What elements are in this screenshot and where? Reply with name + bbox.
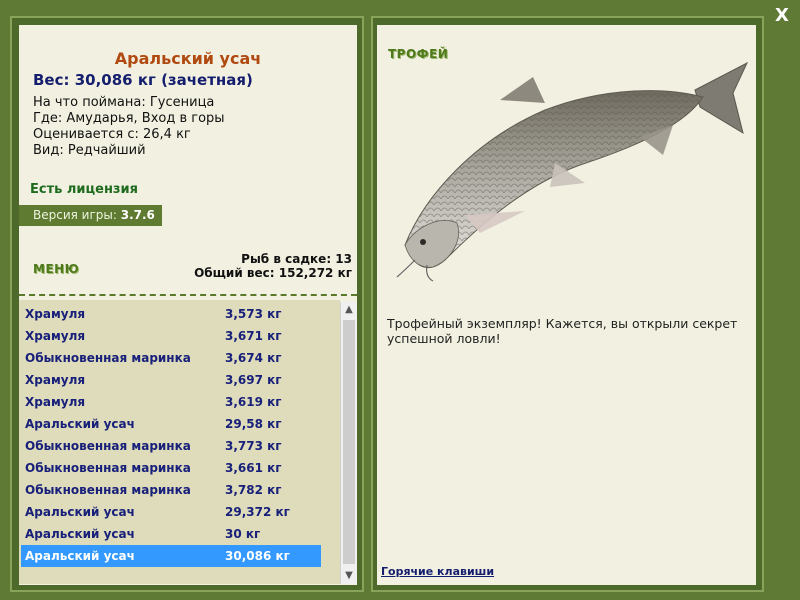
hotkeys-link[interactable]: Горячие клавиши: [381, 565, 494, 578]
fish-weight-cell: 3,782 кг: [225, 483, 282, 497]
list-item[interactable]: Храмуля 3,671 кг: [21, 325, 321, 347]
version-badge: Версия игры: 3.7.6: [19, 205, 162, 226]
list-item[interactable]: Аральский усач 30 кг: [21, 523, 321, 545]
fish-weight-cell: 3,773 кг: [225, 439, 282, 453]
list-item[interactable]: Храмуля 3,619 кг: [21, 391, 321, 413]
scroll-up-icon[interactable]: ▲: [341, 302, 357, 318]
list-item[interactable]: Обыкновенная маринка 3,773 кг: [21, 435, 321, 457]
fish-name: Обыкновенная маринка: [25, 351, 191, 365]
fish-weight-cell: 3,619 кг: [225, 395, 282, 409]
fish-name: Храмуля: [25, 307, 86, 321]
rarity-info: Вид: Редчайший: [33, 143, 146, 158]
scroll-down-icon[interactable]: ▼: [341, 568, 357, 584]
fish-image: [396, 61, 749, 282]
list-item[interactable]: Аральский усач 29,372 кг: [21, 501, 321, 523]
list-item[interactable]: Храмуля 3,697 кг: [21, 369, 321, 391]
scroll-thumb[interactable]: [343, 320, 355, 564]
menu-button[interactable]: МЕНЮ: [33, 262, 79, 276]
fish-name: Обыкновенная маринка: [25, 439, 191, 453]
total-weight: Общий вес: 152,272 кг: [194, 266, 352, 280]
list-item[interactable]: Аральский усач 29,58 кг: [21, 413, 321, 435]
fish-weight-cell: 29,372 кг: [225, 505, 290, 519]
fish-list[interactable]: Храмуля 3,573 кг Храмуля 3,671 кг Обыкновенн…: [19, 300, 340, 584]
version-value: 3.7.6: [120, 208, 155, 222]
list-scrollbar[interactable]: ▲ ▼: [340, 302, 357, 584]
fish-weight-cell: 30 кг: [225, 527, 261, 541]
list-item[interactable]: Обыкновенная маринка 3,782 кг: [21, 479, 321, 501]
fish-count: Рыб в садке: 13: [241, 252, 352, 266]
license-status: Есть лицензия: [30, 182, 138, 197]
trophy-message: Трофейный экземпляр! Кажется, вы открыли…: [387, 316, 738, 346]
fish-weight-cell: 29,58 кг: [225, 417, 282, 431]
fish-weight-cell: 3,697 кг: [225, 373, 282, 387]
close-button[interactable]: X: [772, 6, 792, 26]
fish-weight-cell: 3,674 кг: [225, 351, 282, 365]
list-item[interactable]: Храмуля 3,573 кг: [21, 303, 321, 325]
list-item[interactable]: Аральский усач 30,086 кг: [21, 545, 321, 567]
fish-name: Аральский усач: [25, 417, 135, 431]
list-item[interactable]: Обыкновенная маринка 3,674 кг: [21, 347, 321, 369]
bait-info: На что поймана: Гусеница: [33, 95, 215, 110]
fish-weight-cell: 3,661 кг: [225, 461, 282, 475]
fish-weight: Вес: 30,086 кг (зачетная): [33, 71, 253, 89]
fish-weight-cell: 3,671 кг: [225, 329, 282, 343]
keepnet-stats: Рыб в садке: 13 Общий вес: 152,272 кг: [194, 252, 352, 280]
version-label: Версия игры:: [33, 208, 117, 222]
list-item[interactable]: Обыкновенная маринка 3,661 кг: [21, 457, 321, 479]
fish-name: Храмуля: [25, 373, 86, 387]
fish-name: Обыкновенная маринка: [25, 461, 191, 475]
fish-name: Аральский усач: [25, 549, 135, 563]
fish-name: Аральский усач: [25, 527, 135, 541]
valuation-info: Оценивается с: 26,4 кг: [33, 127, 191, 142]
fish-weight-cell: 3,573 кг: [225, 307, 282, 321]
fish-name: Храмуля: [25, 395, 86, 409]
fish-title: Аральский усач: [114, 49, 262, 68]
fish-name: Обыкновенная маринка: [25, 483, 191, 497]
location-info: Где: Амударья, Вход в горы: [33, 111, 225, 126]
fish-weight-cell: 30,086 кг: [225, 549, 290, 563]
fish-name: Аральский усач: [25, 505, 135, 519]
dashed-divider: [19, 294, 357, 296]
fish-name: Храмуля: [25, 329, 86, 343]
